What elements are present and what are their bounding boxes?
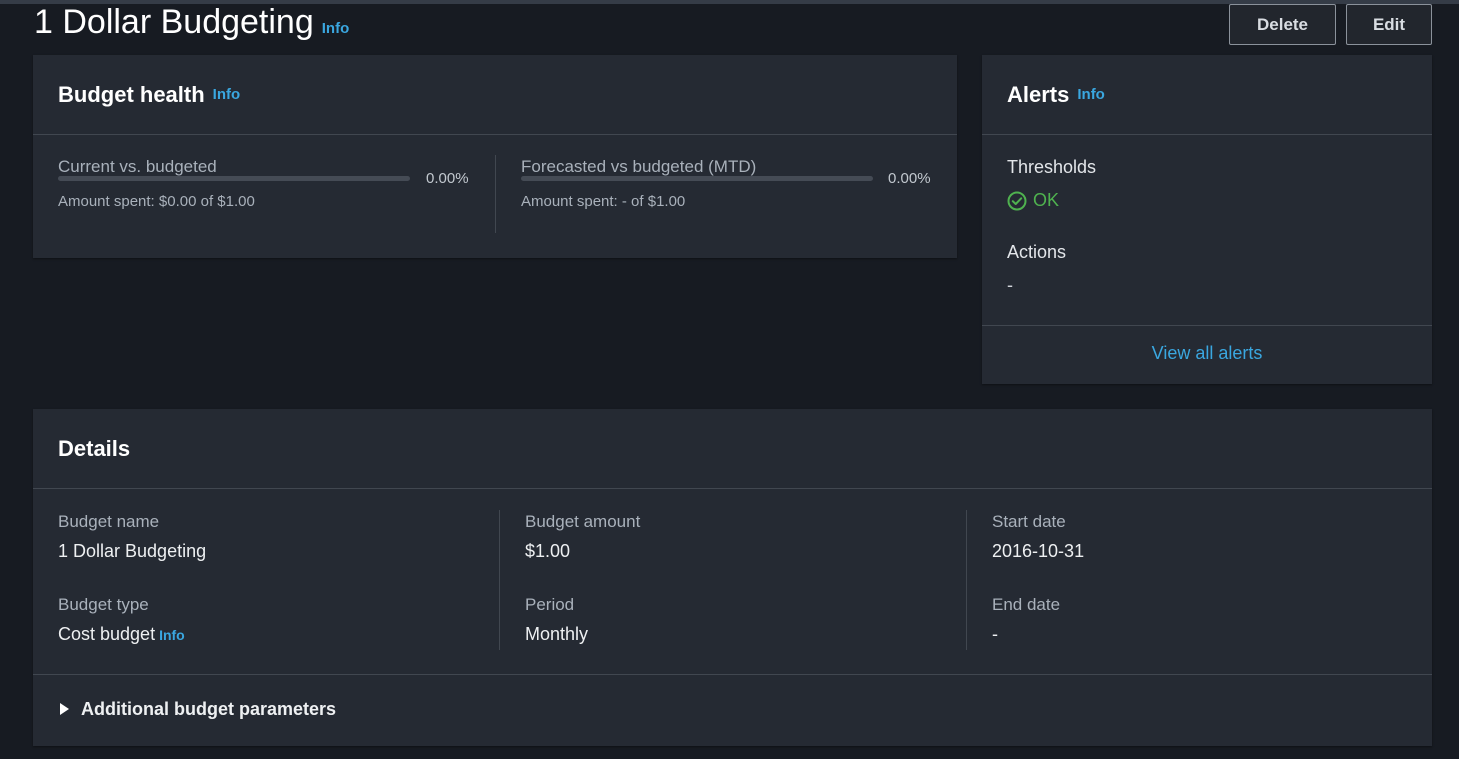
page-header: 1 Dollar Budgeting Info [34, 4, 349, 40]
budget-health-header: Budget health Info [33, 55, 957, 135]
alerts-info-link[interactable]: Info [1077, 86, 1105, 103]
alerts-body: Thresholds OK Actions - [982, 135, 1432, 326]
period-value: Monthly [525, 624, 589, 644]
current-amount-spent: Amount spent: $0.00 of $1.00 [58, 193, 255, 210]
details-divider-1 [499, 510, 500, 650]
actions-label: Actions [1007, 242, 1067, 262]
budget-amount-value: $1.00 [525, 541, 571, 561]
current-progress-bar [58, 176, 410, 181]
alerts-header: Alerts Info [982, 55, 1432, 135]
start-date-value: 2016-10-31 [992, 541, 1085, 561]
budget-health-info-link[interactable]: Info [213, 86, 241, 103]
forecasted-percent: 0.00% [888, 170, 931, 187]
edit-button[interactable]: Edit [1346, 4, 1432, 45]
additional-parameters-toggle[interactable]: Additional budget parameters [33, 675, 1432, 743]
details-divider-2 [966, 510, 967, 650]
budget-type-value-wrap: Cost budget Info [58, 624, 185, 645]
details-title: Details [58, 435, 131, 461]
forecasted-progress-bar [521, 176, 873, 181]
check-circle-icon [1007, 191, 1027, 210]
budget-name-label: Budget name [58, 512, 160, 531]
view-all-alerts-link[interactable]: View all alerts [982, 343, 1432, 364]
period-label: Period [525, 595, 575, 614]
budget-type-value: Cost budget [58, 624, 156, 644]
budget-amount-label: Budget amount [525, 512, 641, 531]
budget-type-info-link[interactable]: Info [159, 627, 185, 643]
current-vs-budgeted: Current vs. budgeted [58, 157, 217, 177]
end-date-value: - [992, 624, 998, 644]
thresholds-label: Thresholds [1007, 157, 1097, 177]
delete-button[interactable]: Delete [1229, 4, 1336, 45]
thresholds-status: OK [1007, 190, 1059, 211]
additional-parameters-label: Additional budget parameters [81, 698, 337, 719]
alerts-panel: Alerts Info Thresholds OK Actions - View… [982, 55, 1432, 384]
start-date-label: Start date [992, 512, 1066, 531]
details-panel: Details Budget name 1 Dollar Budgeting B… [33, 409, 1432, 746]
caret-right-icon [60, 703, 69, 715]
budget-type-label: Budget type [58, 595, 149, 614]
budget-health-panel: Budget health Info Current vs. budgeted … [33, 55, 957, 258]
current-percent: 0.00% [426, 170, 469, 187]
forecasted-amount-spent: Amount spent: - of $1.00 [521, 193, 686, 210]
forecasted-vs-budgeted: Forecasted vs budgeted (MTD) [521, 157, 756, 177]
actions-value: - [1007, 275, 1013, 295]
budget-name-value: 1 Dollar Budgeting [58, 541, 207, 561]
details-grid: Budget name 1 Dollar Budgeting Budget ty… [33, 489, 1432, 675]
forecasted-vs-budgeted-label: Forecasted vs budgeted (MTD) [521, 157, 757, 176]
end-date-label: End date [992, 595, 1061, 614]
current-vs-budgeted-label: Current vs. budgeted [58, 157, 217, 176]
page-info-link[interactable]: Info [322, 20, 350, 37]
thresholds-status-text: OK [1033, 190, 1060, 210]
health-divider [495, 155, 496, 233]
alerts-title: Alerts [1007, 81, 1070, 107]
budget-health-body: Current vs. budgeted 0.00% Amount spent:… [33, 135, 957, 257]
details-header: Details [33, 409, 1432, 489]
budget-health-title: Budget health [58, 81, 205, 107]
page-title: 1 Dollar Budgeting [34, 3, 314, 41]
